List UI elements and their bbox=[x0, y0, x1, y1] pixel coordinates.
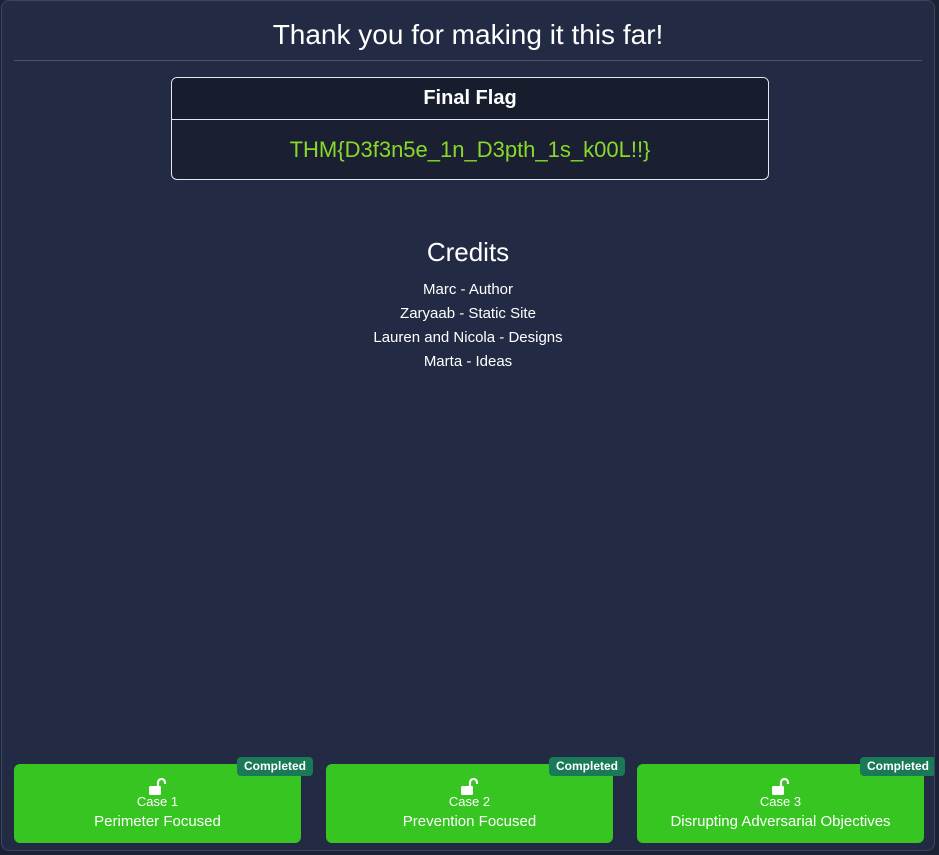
case-name: Perimeter Focused bbox=[94, 813, 221, 830]
case-name: Prevention Focused bbox=[402, 813, 537, 830]
final-flag-label: Final Flag bbox=[172, 78, 768, 120]
page-title: Thank you for making it this far! bbox=[272, 19, 664, 50]
case-number: Case 3 bbox=[759, 794, 802, 809]
credits-list: Marc - Author Zaryaab - Static Site Laur… bbox=[2, 278, 934, 374]
final-flag-card: Final Flag THM{D3f3n5e_1n_D3pth_1s_k00L!… bbox=[171, 77, 769, 180]
final-flag-value: THM{D3f3n5e_1n_D3pth_1s_k00L!!} bbox=[289, 137, 651, 162]
case-number: Case 1 bbox=[136, 794, 179, 809]
credit-item: Lauren and Nicola - Designs bbox=[373, 329, 563, 346]
completed-badge: Completed bbox=[548, 757, 625, 776]
completed-badge: Completed bbox=[859, 757, 934, 776]
case-3-card[interactable]: Completed Case 3 Disrupting Adversarial … bbox=[637, 757, 934, 843]
title-divider bbox=[14, 60, 922, 61]
credit-item: Zaryaab - Static Site bbox=[400, 305, 536, 322]
credits-title: Credits bbox=[426, 237, 510, 267]
main-panel: Thank you for making it this far! Final … bbox=[1, 0, 935, 851]
credit-item: Marc - Author bbox=[422, 281, 514, 298]
case-number: Case 2 bbox=[448, 794, 491, 809]
case-list: Completed Case 1 Perimeter Focused Compl… bbox=[14, 757, 934, 844]
credit-item: Marta - Ideas bbox=[423, 353, 513, 370]
completed-badge: Completed bbox=[236, 757, 313, 776]
case-1-card[interactable]: Completed Case 1 Perimeter Focused bbox=[14, 757, 313, 843]
case-2-card[interactable]: Completed Case 2 Prevention Focused bbox=[326, 757, 625, 843]
case-name: Disrupting Adversarial Objectives bbox=[670, 813, 891, 830]
